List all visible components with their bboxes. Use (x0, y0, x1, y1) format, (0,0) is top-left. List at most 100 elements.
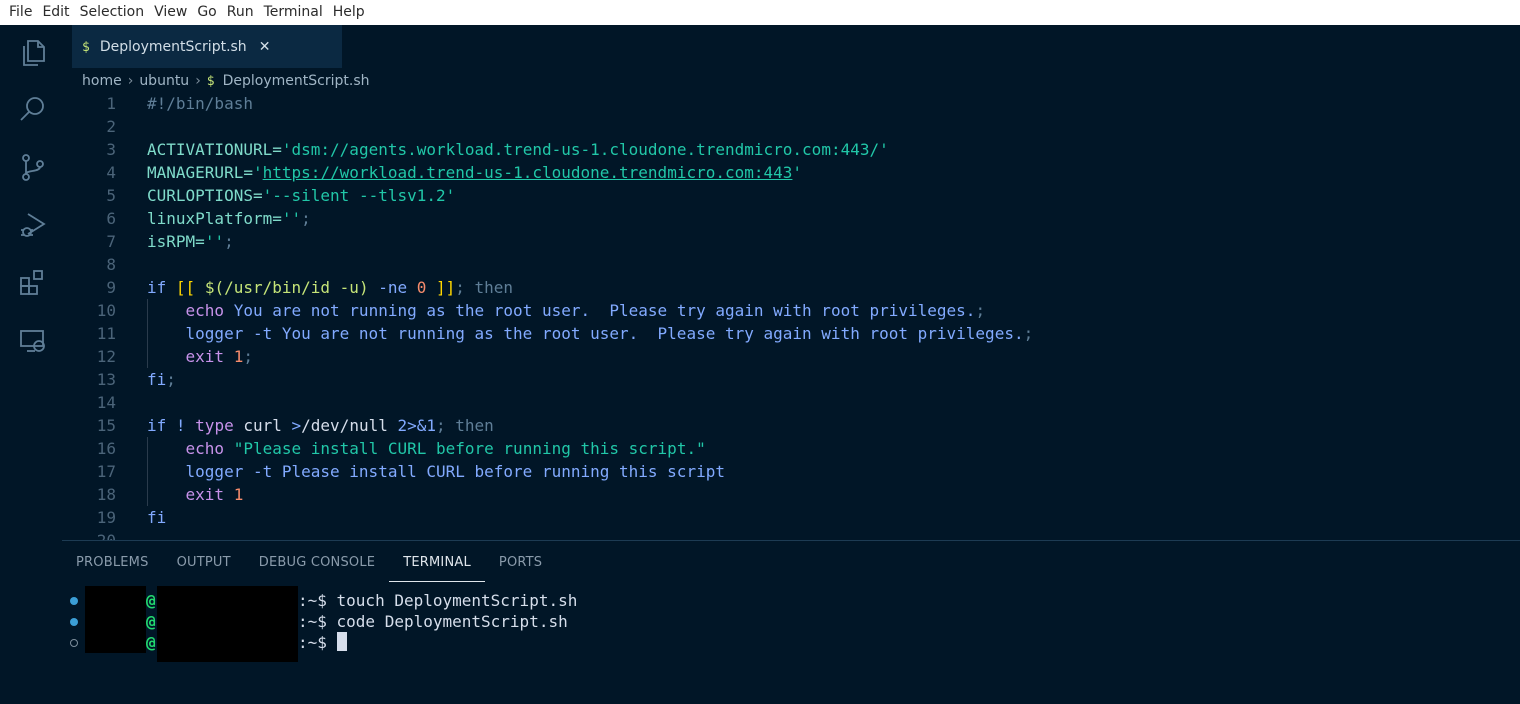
terminal-command: :~$ touch DeploymentScript.sh (298, 591, 578, 610)
code-text: #!/bin/bash (147, 92, 253, 115)
code-token: ' (252, 163, 263, 182)
code-token: -ne (378, 278, 417, 297)
code-line[interactable]: 18 exit 1 (62, 483, 1520, 506)
code-token: 1 (233, 485, 244, 504)
line-number: 9 (106, 278, 116, 297)
command-decoration-icon[interactable] (70, 597, 78, 605)
line-number: 12 (96, 347, 116, 366)
code-token: [[ (175, 278, 205, 297)
breadcrumb-item-ubuntu[interactable]: ubuntu (139, 73, 189, 89)
code-line[interactable]: 10 echo You are not running as the root … (62, 299, 1520, 322)
code-text: linuxPlatform=''; (147, 207, 311, 230)
tab-ports[interactable]: PORTS (485, 548, 556, 582)
files-icon[interactable] (18, 37, 48, 67)
terminal[interactable]: @:~$ touch DeploymentScript.sh @:~$ code … (62, 586, 1520, 704)
code-text: fi (147, 506, 166, 529)
line-number: 18 (96, 485, 116, 504)
line-number: 2 (106, 117, 116, 136)
run-debug-icon[interactable] (18, 210, 48, 240)
code-token: ; then (455, 278, 514, 297)
breadcrumb-separator: › (127, 73, 134, 89)
prompt-at: @ (146, 591, 156, 610)
activity-bar (0, 25, 62, 704)
remote-explorer-icon[interactable] (18, 326, 48, 356)
line-number: 14 (96, 393, 116, 412)
code-line[interactable]: 15 if ! type curl >/dev/null 2>&1; then (62, 414, 1520, 437)
code-token: 'dsm://agents.workload.trend-us-1.cloudo… (281, 140, 889, 159)
code-line[interactable]: 17 logger -t Please install CURL before … (62, 460, 1520, 483)
code-token: linuxPlatform (147, 209, 273, 228)
menu-item-view[interactable]: View (149, 0, 192, 25)
code-text: if ! type curl >/dev/null 2>&1; then (147, 414, 494, 437)
line-number: 4 (106, 163, 116, 182)
shell-file-icon: $ (206, 73, 215, 89)
code-line[interactable]: 16 echo "Please install CURL before runn… (62, 437, 1520, 460)
menu-item-go[interactable]: Go (192, 0, 221, 25)
close-icon[interactable]: ✕ (259, 39, 271, 55)
code-line[interactable]: 3 ACTIVATIONURL='dsm://agents.workload.tr… (62, 138, 1520, 161)
code-line[interactable]: 9 if [[ $(/usr/bin/id -u) -ne 0 ]]; then (62, 276, 1520, 299)
line-number: 5 (106, 186, 116, 205)
command-decoration-icon[interactable] (70, 618, 78, 626)
code-line[interactable]: 6 linuxPlatform=''; (62, 207, 1520, 230)
code-line[interactable]: 7 isRPM=''; (62, 230, 1520, 253)
terminal-cursor (336, 632, 347, 651)
code-token: logger -t Please install CURL before run… (147, 462, 725, 481)
code-token: ; (1023, 324, 1034, 343)
code-text: isRPM=''; (147, 230, 234, 253)
menu-item-file[interactable]: File (0, 0, 37, 25)
code-token: ]] (436, 278, 456, 297)
code-line[interactable]: 1 #!/bin/bash (62, 92, 1520, 115)
menu-item-edit[interactable]: Edit (37, 0, 74, 25)
menu-item-run[interactable]: Run (222, 0, 259, 25)
code-line[interactable]: 2 (62, 115, 1520, 138)
breadcrumb-item-file[interactable]: DeploymentScript.sh (223, 73, 370, 89)
redacted-hostname (157, 586, 298, 662)
search-icon[interactable] (18, 94, 48, 124)
command-decoration-icon[interactable] (70, 639, 78, 647)
tab-terminal[interactable]: TERMINAL (389, 548, 485, 582)
code-line[interactable]: 19 fi (62, 506, 1520, 529)
code-editor[interactable]: 1 #!/bin/bash 2 3 ACTIVATIONURL='dsm://agent… (62, 92, 1520, 540)
code-token: = (252, 186, 263, 205)
code-text: fi; (147, 368, 176, 391)
line-number: 17 (96, 462, 116, 481)
code-line[interactable]: 5 CURLOPTIONS='--silent --tlsv1.2' (62, 184, 1520, 207)
breadcrumb-separator: › (195, 73, 201, 89)
tab-label: DeploymentScript.sh (99, 39, 247, 55)
code-line[interactable]: 4 MANAGERURL='https://workload.trend-us-1… (62, 161, 1520, 184)
menu-item-help[interactable]: Help (328, 0, 370, 25)
panel-tabs: PROBLEMS OUTPUT DEBUG CONSOLE TERMINAL PORTS (62, 548, 556, 582)
code-line[interactable]: 11 logger -t You are not running as the … (62, 322, 1520, 345)
code-text: logger -t You are not running as the roo… (147, 322, 1034, 345)
code-line[interactable]: 12 exit 1; (62, 345, 1520, 368)
code-text: ACTIVATIONURL='dsm://agents.workload.tre… (147, 138, 889, 161)
code-line[interactable]: 8 (62, 253, 1520, 276)
tab-deployment-script[interactable]: $ DeploymentScript.sh ✕ (72, 25, 342, 68)
line-number: 15 (96, 416, 116, 435)
code-token: ; then (436, 416, 494, 435)
code-line[interactable]: 13 fi; (62, 368, 1520, 391)
tab-debug-console[interactable]: DEBUG CONSOLE (245, 548, 389, 582)
code-text: echo You are not running as the root use… (147, 299, 986, 322)
menu-item-terminal[interactable]: Terminal (259, 0, 328, 25)
code-line[interactable]: 20 (62, 529, 1520, 540)
editor-tab-bar: $ DeploymentScript.sh ✕ (62, 25, 1520, 68)
tab-problems[interactable]: PROBLEMS (62, 548, 163, 582)
shell-file-icon: $ (82, 39, 90, 55)
source-control-icon[interactable] (18, 152, 48, 182)
line-number: 1 (106, 94, 116, 113)
code-token: 1 (233, 347, 244, 366)
breadcrumb-item-home[interactable]: home (82, 73, 122, 89)
code-token: $(/usr/bin/id -u) (204, 278, 379, 297)
menu-item-selection[interactable]: Selection (75, 0, 150, 25)
extensions-icon[interactable] (18, 268, 48, 298)
tab-output[interactable]: OUTPUT (163, 548, 245, 582)
code-line[interactable]: 14 (62, 391, 1520, 414)
code-token: MANAGERURL (147, 163, 244, 182)
line-number: 8 (106, 255, 116, 274)
code-token: curl (243, 416, 292, 435)
code-token: ' (792, 163, 803, 182)
line-number: 11 (96, 324, 116, 343)
prompt-at: @ (146, 633, 156, 652)
